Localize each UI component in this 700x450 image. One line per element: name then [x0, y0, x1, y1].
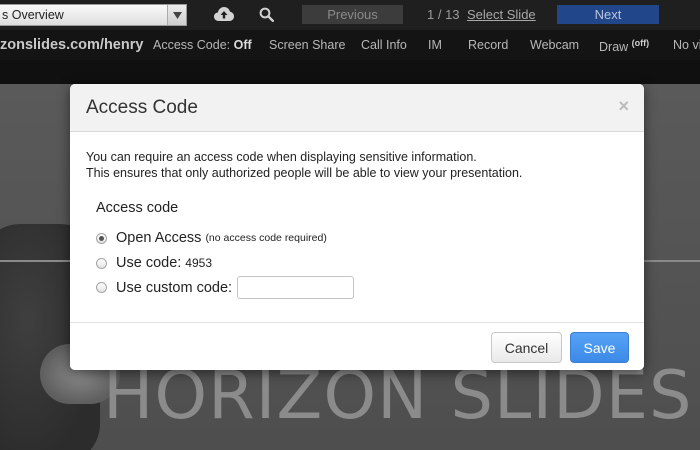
previous-button[interactable]: Previous: [302, 5, 403, 24]
option-use-code[interactable]: Use code: 4953: [96, 255, 212, 271]
chevron-down-icon[interactable]: [167, 5, 186, 25]
deck-select[interactable]: s Overview: [0, 4, 187, 26]
radio-use-code[interactable]: [96, 257, 107, 269]
toolbar-strip: [0, 60, 700, 84]
close-icon[interactable]: ×: [618, 96, 629, 117]
dialog-description: You can require an access code when disp…: [86, 149, 522, 181]
menu-access-code-label: Access Code:: [153, 38, 234, 52]
menu-access-code[interactable]: Access Code: Off: [153, 38, 252, 52]
deck-select-value: s Overview: [2, 8, 64, 22]
radio-open-access[interactable]: [96, 232, 107, 244]
menu-draw-label: Draw: [599, 40, 629, 55]
option-open-access[interactable]: Open Access (no access code required): [96, 230, 327, 246]
radio-custom-code[interactable]: [96, 282, 107, 293]
cancel-button[interactable]: Cancel: [491, 332, 562, 363]
top-toolbar: s Overview Previous 1 / 13 Select Slide …: [0, 0, 700, 30]
slide-counter: 1 / 13: [427, 7, 460, 22]
menu-webcam[interactable]: Webcam: [530, 38, 579, 52]
menu-draw-state: (off): [631, 38, 650, 48]
cloud-upload-icon[interactable]: [214, 6, 234, 27]
option-custom-code[interactable]: Use custom code:: [96, 276, 355, 299]
menu-draw[interactable]: Draw (off): [599, 38, 649, 54]
description-line-2: This ensures that only authorized people…: [86, 166, 523, 180]
access-code-dialog: Access Code × You can require an access …: [70, 84, 644, 370]
search-icon[interactable]: [259, 7, 275, 27]
option-use-code-label: Use code:: [116, 255, 182, 271]
option-open-access-note: (no access code required): [205, 232, 327, 244]
select-slide-link[interactable]: Select Slide: [467, 7, 536, 22]
next-button[interactable]: Next: [557, 5, 659, 24]
save-button[interactable]: Save: [570, 332, 629, 363]
option-open-access-label: Open Access: [116, 230, 202, 246]
menu-call-info[interactable]: Call Info: [361, 38, 407, 52]
description-line-1: You can require an access code when disp…: [86, 150, 477, 164]
generated-code: 4953: [185, 256, 212, 270]
access-code-section-title: Access code: [96, 200, 179, 216]
menu-im[interactable]: IM: [428, 38, 442, 52]
custom-code-input[interactable]: [237, 276, 355, 299]
dialog-footer: Cancel Save: [70, 322, 644, 370]
menu-bar: zonslides.com/henry Access Code: Off Scr…: [0, 30, 700, 60]
menu-access-code-value: Off: [233, 38, 252, 52]
presentation-url[interactable]: zonslides.com/henry: [0, 37, 143, 53]
menu-no-video[interactable]: No vi: [673, 38, 700, 52]
menu-screen-share[interactable]: Screen Share: [269, 38, 345, 52]
dialog-body: You can require an access code when disp…: [70, 132, 644, 321]
option-custom-code-label: Use custom code:: [116, 279, 233, 296]
dialog-header: Access Code ×: [70, 84, 644, 132]
menu-record[interactable]: Record: [468, 38, 508, 52]
dialog-title: Access Code: [86, 97, 198, 118]
